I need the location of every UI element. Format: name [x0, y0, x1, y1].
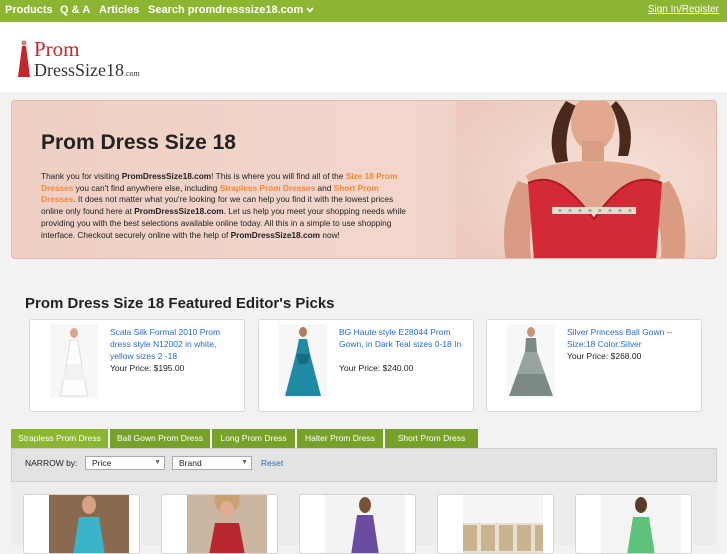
hero-title: Prom Dress Size 18: [41, 131, 236, 154]
nav-products[interactable]: Products: [5, 4, 53, 17]
hero-site-2: PromDressSize18.com: [134, 206, 224, 217]
hero-model-image: [456, 101, 716, 258]
nav-search[interactable]: Search promdresssize18.com: [148, 4, 314, 17]
hero-text-2: ! This is where you will find all of the: [211, 171, 346, 181]
pick-card[interactable]: Scala Silk Formal 2010 Prom dress style …: [29, 319, 245, 412]
product-card[interactable]: [437, 494, 554, 554]
price-select-value: Price: [92, 458, 112, 468]
nav-qa[interactable]: Q & A: [60, 4, 90, 17]
chevron-down-icon: [306, 4, 314, 17]
pick-card[interactable]: BG Haute style E28044 Prom Gown, in Dark…: [258, 319, 474, 412]
hero-site-3: PromDressSize18.com: [230, 229, 321, 240]
pick-image[interactable]: [50, 324, 98, 398]
sign-in-link[interactable]: Sign In/Register: [648, 4, 719, 15]
hero-site-1: PromDressSize18.com: [121, 171, 212, 181]
tab-ball-gown[interactable]: Ball Gown Prom Dress: [110, 429, 211, 448]
hero-text-4: and: [315, 182, 334, 193]
hero-text-7: now!: [320, 229, 340, 240]
brand-select[interactable]: Brand ▼: [172, 456, 252, 470]
pick-name[interactable]: BG Haute style E28044 Prom Gown, in Dark…: [339, 326, 469, 350]
product-image[interactable]: [49, 495, 129, 554]
product-card[interactable]: [161, 494, 278, 554]
brand-select-value: Brand: [179, 458, 202, 468]
pick-price: Your Price: $195.00: [110, 363, 185, 373]
product-card[interactable]: [575, 494, 692, 554]
product-card[interactable]: [23, 494, 140, 554]
site-header: Prom DressSize18.com: [0, 22, 727, 92]
logo-line2: DressSize18.com: [34, 60, 140, 84]
chevron-down-icon: ▼: [154, 459, 161, 466]
product-image[interactable]: [187, 495, 267, 554]
link-strapless-dresses[interactable]: Strapless Prom Dresses: [220, 183, 315, 193]
hero-text-1: Thank you for visiting: [41, 171, 122, 181]
nav-articles[interactable]: Articles: [99, 4, 139, 17]
filter-bar: NARROW by: Price ▼ Brand ▼ Reset: [11, 448, 717, 482]
logo-suffix: .com: [123, 69, 140, 78]
pick-image[interactable]: [279, 324, 327, 398]
logo-line2-text: DressSize18: [34, 60, 124, 80]
product-image[interactable]: [463, 495, 543, 554]
product-image[interactable]: [325, 495, 405, 554]
tab-strapless[interactable]: Strapless Prom Dress: [11, 429, 109, 448]
hero-text: Thank you for visiting PromDressSize18.c…: [41, 171, 406, 241]
hero-banner: Prom Dress Size 18 Thank you for visitin…: [11, 100, 717, 259]
pick-price: Your Price: $268.00: [567, 351, 642, 361]
chevron-down-icon: ▼: [241, 459, 248, 466]
top-nav: Products Q & A Articles Search promdress…: [0, 0, 727, 22]
hero-text-3: you can't find anywhere else, including: [73, 182, 220, 193]
logo-dress-icon: [18, 40, 30, 77]
reset-link[interactable]: Reset: [261, 458, 283, 468]
pick-name[interactable]: Scala Silk Formal 2010 Prom dress style …: [110, 326, 240, 362]
pick-image[interactable]: [507, 324, 555, 398]
pick-name[interactable]: Silver Princess Ball Gown -- Size:18 Col…: [567, 326, 697, 350]
pick-price: Your Price: $240.00: [339, 363, 414, 373]
tab-long[interactable]: Long Prom Dress: [212, 429, 296, 448]
pick-card[interactable]: Silver Princess Ball Gown -- Size:18 Col…: [486, 319, 702, 412]
nav-search-label: Search promdresssize18.com: [148, 4, 304, 16]
product-image[interactable]: [601, 495, 681, 554]
tab-short[interactable]: Short Prom Dress: [385, 429, 479, 448]
tab-halter[interactable]: Halter Prom Dress: [297, 429, 384, 448]
featured-title: Prom Dress Size 18 Featured Editor's Pic…: [25, 295, 335, 312]
narrow-label: NARROW by:: [25, 458, 78, 468]
logo-line1: Prom: [34, 37, 80, 61]
product-card[interactable]: [299, 494, 416, 554]
price-select[interactable]: Price ▼: [85, 456, 165, 470]
